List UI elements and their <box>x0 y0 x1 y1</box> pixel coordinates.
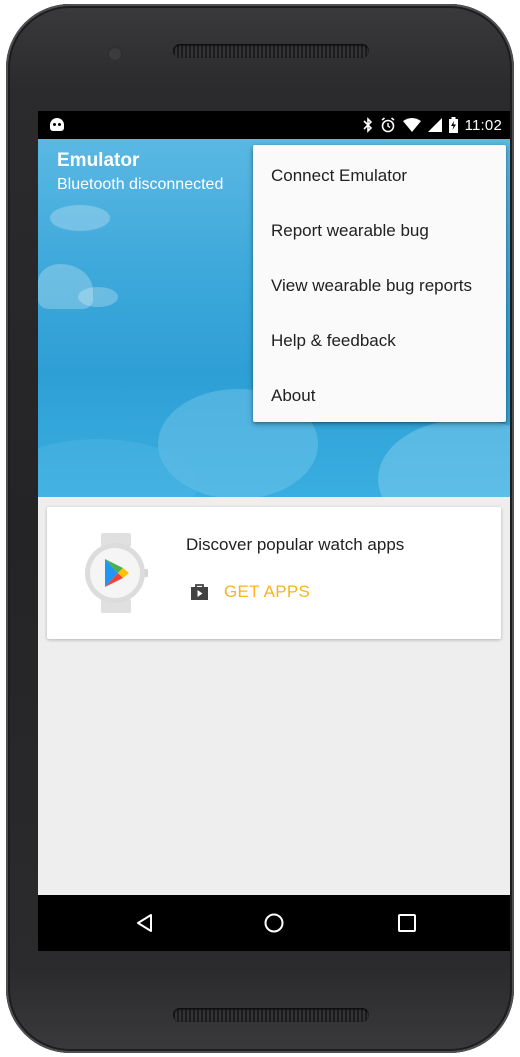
battery-charging-icon <box>448 117 458 133</box>
top-speaker-grille <box>173 44 369 58</box>
bluetooth-icon <box>362 117 372 133</box>
phone-screen: 11:02 Emulator Bluetooth disconnected Di… <box>38 111 510 951</box>
shop-bag-icon <box>191 584 208 600</box>
connection-status: Bluetooth disconnected <box>57 176 224 193</box>
get-apps-button[interactable]: GET APPS <box>191 582 310 602</box>
menu-item-help-feedback[interactable]: Help & feedback <box>253 313 506 368</box>
menu-item-connect-emulator[interactable]: Connect Emulator <box>253 148 506 203</box>
signal-icon <box>427 118 442 132</box>
alarm-icon <box>381 117 395 133</box>
status-time: 11:02 <box>464 116 502 134</box>
navigation-bar <box>38 895 510 951</box>
phone-device-frame: 11:02 Emulator Bluetooth disconnected Di… <box>6 4 514 1053</box>
card-title: Discover popular watch apps <box>186 535 405 554</box>
home-icon[interactable] <box>262 911 286 935</box>
status-bar: 11:02 <box>38 111 510 139</box>
wifi-icon <box>402 118 421 132</box>
discover-apps-card: Discover popular watch apps GET APPS <box>47 507 501 639</box>
get-apps-label[interactable]: GET APPS <box>224 582 310 602</box>
cloud-decoration <box>50 205 110 231</box>
front-camera <box>109 48 121 60</box>
recents-icon[interactable] <box>395 911 419 935</box>
back-icon[interactable] <box>133 911 157 935</box>
menu-item-view-wearable-bug-reports[interactable]: View wearable bug reports <box>253 258 506 313</box>
menu-item-report-wearable-bug[interactable]: Report wearable bug <box>253 203 506 258</box>
app-title: Emulator <box>57 150 140 171</box>
cloud-decoration <box>78 287 118 307</box>
android-notification-icon <box>50 118 64 131</box>
cloud-decoration <box>378 419 510 497</box>
menu-item-about[interactable]: About <box>253 368 506 423</box>
status-icons: 11:02 <box>362 115 502 135</box>
bottom-speaker-grille <box>173 1008 369 1022</box>
play-store-watch-icon <box>85 533 148 613</box>
overflow-menu: Connect Emulator Report wearable bug Vie… <box>253 145 506 422</box>
